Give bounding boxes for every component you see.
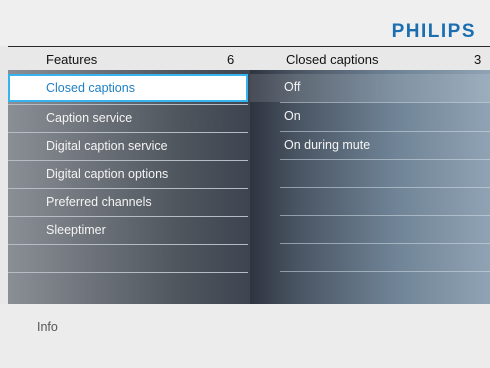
option-off[interactable]: Off <box>250 74 490 102</box>
menu-item-sleeptimer[interactable]: Sleeptimer <box>8 216 248 244</box>
option-on-during-mute[interactable]: On during mute <box>250 132 490 160</box>
menu-item-digital-caption-service[interactable]: Digital caption service <box>8 132 248 160</box>
closed-captions-count: 3 <box>474 52 482 67</box>
closed-captions-title: Closed captions <box>286 52 379 67</box>
features-count: 6 <box>227 52 235 67</box>
header-divider-top <box>8 46 490 47</box>
menu-item-closed-captions[interactable]: Closed captions <box>8 74 248 102</box>
menu-item-empty[interactable] <box>8 272 248 300</box>
option-empty[interactable] <box>250 160 490 188</box>
option-empty[interactable] <box>250 244 490 272</box>
info-label: Info <box>37 320 58 334</box>
menu-item-digital-caption-options[interactable]: Digital caption options <box>8 160 248 188</box>
menu-item-empty[interactable] <box>8 244 248 272</box>
closed-captions-options: Off On On during mute <box>250 70 490 304</box>
top-bar: PHILIPS <box>0 0 490 46</box>
menu-item-preferred-channels[interactable]: Preferred channels <box>8 188 248 216</box>
brand-logo: PHILIPS <box>391 21 476 42</box>
menu-item-caption-service[interactable]: Caption service <box>8 104 248 132</box>
features-title: Features <box>46 52 98 67</box>
features-header: Features 6 <box>8 48 250 70</box>
info-bar: Info <box>0 304 490 368</box>
option-empty[interactable] <box>250 216 490 244</box>
option-empty[interactable] <box>250 272 490 300</box>
option-on[interactable]: On <box>250 103 490 131</box>
option-empty[interactable] <box>250 188 490 216</box>
closed-captions-header: Closed captions 3 <box>250 48 490 70</box>
features-menu: Closed captions Caption service Digital … <box>8 70 250 304</box>
